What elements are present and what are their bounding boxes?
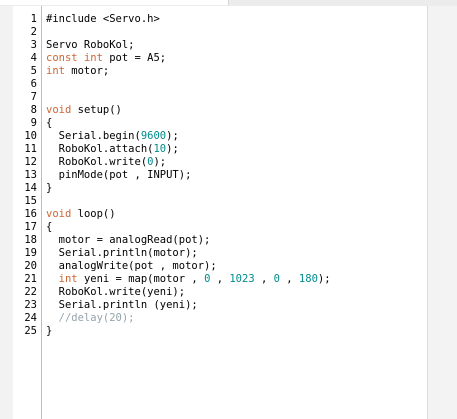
- keyword-token: int: [46, 65, 65, 77]
- code-line[interactable]: RoboKol.attach(10);: [46, 143, 179, 156]
- code-token: );: [166, 143, 179, 155]
- line-number: 14: [24, 182, 37, 194]
- fold-margin: [0, 6, 14, 419]
- vertical-scrollbar[interactable]: [427, 6, 457, 419]
- sketch-tab[interactable]: [0, 0, 229, 5]
- line-number: 10: [24, 130, 37, 142]
- keyword-token: void: [46, 104, 72, 116]
- line-number: 2: [30, 26, 37, 38]
- code-line[interactable]: }: [46, 182, 52, 195]
- code-token: Serial.println (yeni);: [46, 299, 198, 311]
- code-token: motor = analogRead(pot);: [46, 234, 211, 246]
- code-line[interactable]: analogWrite(pot , motor);: [46, 260, 217, 273]
- line-number: 20: [24, 260, 37, 272]
- keyword-token: int: [58, 273, 78, 285]
- code-line[interactable]: {: [46, 117, 52, 130]
- line-number: 24: [24, 312, 37, 324]
- code-editor[interactable]: 1 #include <Servo.h> 2 3 Servo RoboKol; 4 cons…: [0, 6, 457, 419]
- code-token: RoboKol.write(: [46, 156, 148, 168]
- line-number: 23: [24, 299, 37, 311]
- code-token: pot = A5;: [102, 52, 167, 64]
- keyword-token: int: [83, 52, 103, 64]
- line-number: 1: [30, 13, 37, 25]
- code-token: }: [46, 325, 53, 337]
- line-number: 25: [24, 325, 37, 337]
- code-token: setup(): [71, 104, 122, 116]
- code-token: }: [46, 182, 53, 194]
- code-token: Serial.begin(: [46, 130, 141, 142]
- comment-token: //delay(20);: [46, 312, 135, 324]
- code-line[interactable]: RoboKol.write(yeni);: [46, 286, 185, 299]
- code-line[interactable]: void setup(): [46, 104, 122, 117]
- line-number: 11: [24, 143, 37, 155]
- code-line[interactable]: int motor;: [46, 65, 109, 78]
- line-number: 4: [30, 52, 37, 64]
- number-token: 10: [153, 143, 167, 155]
- code-token: ,: [254, 273, 274, 285]
- code-line[interactable]: {: [46, 221, 52, 234]
- code-line[interactable]: Servo RoboKol;: [46, 39, 135, 52]
- line-number: 21: [24, 273, 37, 285]
- code-token: );: [166, 130, 179, 142]
- line-number: 8: [30, 104, 37, 116]
- code-line[interactable]: int yeni = map(motor , 0 , 1023 , 0 , 18…: [46, 273, 331, 286]
- line-number: 19: [24, 247, 37, 259]
- line-number: 6: [30, 78, 37, 90]
- number-token: 1023: [229, 273, 255, 285]
- line-number: 9: [30, 117, 37, 129]
- number-token: 180: [298, 273, 318, 285]
- line-number: 13: [24, 169, 37, 181]
- keyword-token: const: [46, 52, 78, 64]
- code-line[interactable]: }: [46, 325, 52, 338]
- code-line[interactable]: const int pot = A5;: [46, 52, 166, 65]
- line-number: 12: [24, 156, 37, 168]
- code-token: );: [317, 273, 331, 285]
- line-number: 18: [24, 234, 37, 246]
- keyword-token: void: [46, 208, 72, 220]
- code-token: RoboKol.attach(: [46, 143, 154, 155]
- code-token: Serial.println(motor);: [46, 247, 198, 259]
- code-line[interactable]: pinMode(pot , INPUT);: [46, 169, 192, 182]
- line-number: 16: [24, 208, 37, 220]
- code-token: analogWrite(pot , motor);: [46, 260, 217, 272]
- code-token: Servo RoboKol;: [46, 39, 135, 51]
- code-token: ,: [210, 273, 230, 285]
- line-number: 3: [30, 39, 37, 51]
- code-token: );: [153, 156, 167, 168]
- number-token: 9600: [140, 130, 167, 142]
- code-token: #include <Servo.h>: [46, 13, 160, 25]
- code-token: pinMode(pot , INPUT);: [46, 169, 192, 181]
- line-number: 15: [24, 195, 37, 207]
- line-number: 7: [30, 91, 37, 103]
- line-number: 22: [24, 286, 37, 298]
- code-line[interactable]: #include <Servo.h>: [46, 13, 160, 26]
- code-token: {: [46, 117, 53, 129]
- line-number: 5: [30, 65, 37, 77]
- code-line[interactable]: Serial.println (yeni);: [46, 299, 198, 312]
- code-token: loop(): [71, 208, 116, 220]
- line-number: 17: [24, 221, 37, 233]
- code-token: ,: [279, 273, 299, 285]
- code-line[interactable]: void loop(): [46, 208, 116, 221]
- code-line[interactable]: //delay(20);: [46, 312, 135, 325]
- code-token: yeni = map(motor ,: [77, 273, 205, 285]
- code-token: RoboKol.write(yeni);: [46, 286, 186, 298]
- code-line[interactable]: RoboKol.write(0);: [46, 156, 167, 169]
- code-token: motor;: [64, 65, 110, 77]
- code-line[interactable]: Serial.println(motor);: [46, 247, 198, 260]
- code-line[interactable]: motor = analogRead(pot);: [46, 234, 211, 247]
- code-token: {: [46, 221, 53, 233]
- code-line[interactable]: Serial.begin(9600);: [46, 130, 179, 143]
